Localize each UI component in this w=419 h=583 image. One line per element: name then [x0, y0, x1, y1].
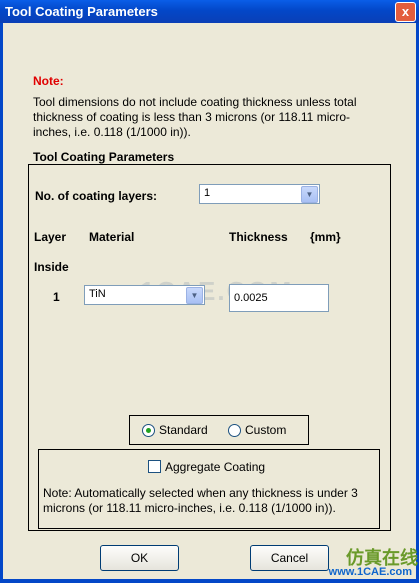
- brand-cn: 仿真在线: [346, 548, 418, 568]
- num-layers-value: 1: [204, 187, 211, 199]
- note-body: Tool dimensions do not include coating t…: [33, 95, 357, 139]
- close-icon[interactable]: x: [395, 2, 416, 22]
- chevron-down-icon[interactable]: ▼: [186, 287, 203, 304]
- brand-url: www.1CAE.com: [328, 566, 412, 578]
- material-select[interactable]: TiN ▼: [84, 285, 205, 305]
- thickness-input[interactable]: 0.0025: [229, 284, 329, 312]
- thickness-header: Thickness: [229, 230, 288, 244]
- material-header: Material: [89, 230, 135, 244]
- num-layers-label: No. of coating layers:: [35, 189, 158, 203]
- material-value: TiN: [89, 288, 106, 300]
- window-title: Tool Coating Parameters: [5, 4, 158, 19]
- radio-selected-dot: [146, 428, 151, 433]
- brand-watermark: 仿真在线 www.1CAE.com: [298, 544, 418, 578]
- title-bar: Tool Coating Parameters x: [0, 0, 419, 23]
- custom-label[interactable]: Custom: [245, 423, 286, 437]
- unit-header: {mm}: [310, 230, 341, 244]
- aggregate-label[interactable]: Aggregate Coating: [165, 460, 265, 474]
- aggregate-note: Note: Automatically selected when any th…: [43, 486, 358, 515]
- standard-label[interactable]: Standard: [159, 423, 208, 437]
- inside-label: Inside: [34, 260, 69, 274]
- note-title: Note:: [33, 74, 64, 88]
- chevron-down-icon[interactable]: ▼: [301, 186, 318, 203]
- aggregate-checkbox[interactable]: [148, 460, 161, 473]
- layer-number: 1: [53, 290, 60, 304]
- ok-button[interactable]: OK: [100, 545, 179, 571]
- thickness-value: 0.0025: [234, 292, 268, 304]
- num-layers-select[interactable]: 1 ▼: [199, 184, 320, 204]
- standard-radio[interactable]: [142, 424, 155, 437]
- custom-radio[interactable]: [228, 424, 241, 437]
- layer-header: Layer: [34, 230, 67, 244]
- section-title: Tool Coating Parameters: [33, 150, 175, 164]
